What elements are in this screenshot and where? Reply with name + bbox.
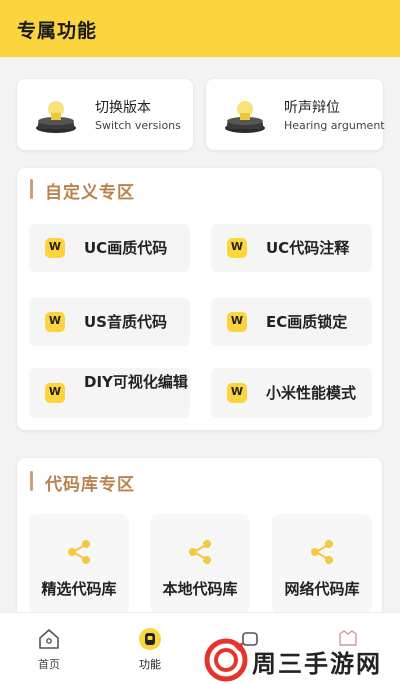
tab-label: 功能 [139,658,161,671]
w-badge-icon: W [227,238,247,258]
us-audio-code-item[interactable]: W US音质代码 [29,298,190,346]
share-icon [68,540,90,564]
w-badge-icon: W [227,312,247,332]
tab-home[interactable]: 首页 [19,613,79,684]
library-label: 本地代码库 [162,580,238,598]
custom-section: 自定义专区 W UC画质代码 W UC代码注释 W US音质代码 W EC画质锁… [17,168,382,430]
w-badge-icon: W [227,383,247,403]
page-title: 专属功能 [17,20,98,42]
diy-visual-edit-item[interactable]: W DIY可视化编辑 [29,368,190,418]
switch-versions-card[interactable]: 切换版本 Switch versions [17,79,193,150]
card-subtitle: Hearing argument [284,119,385,132]
function-icon [139,628,161,650]
w-badge-icon: W [45,383,65,403]
item-label: DIY可视化编辑 [84,373,188,391]
watermark-logo-icon [204,638,248,682]
site-watermark: 周三手游网 [200,638,400,682]
home-icon [39,629,59,649]
network-library-card[interactable]: 网络代码库 [272,514,372,614]
hearing-argument-card[interactable]: 听声辩位 Hearing argument [206,79,385,150]
share-icon [311,540,333,564]
library-label: 精选代码库 [41,580,117,598]
ec-quality-lock-item[interactable]: W EC画质锁定 [211,298,372,346]
item-label: 小米性能模式 [266,384,357,402]
tab-label: 首页 [38,658,60,671]
item-label: UC代码注释 [266,239,350,257]
uc-code-comment-item[interactable]: W UC代码注释 [211,224,372,272]
section-title: 自定义专区 [45,183,135,203]
library-section: 代码库专区 精选代码库 本地代码库 网络代码库 [17,458,382,618]
item-label: UC画质代码 [84,239,168,257]
lamp-icon [36,101,76,133]
section-accent-bar [30,179,33,199]
xiaomi-performance-item[interactable]: W 小米性能模式 [211,368,372,418]
w-badge-icon: W [45,238,65,258]
section-accent-bar [30,471,33,491]
watermark-text: 周三手游网 [252,650,382,678]
tab-function[interactable]: 功能 [120,613,180,684]
item-label: EC画质锁定 [266,313,348,331]
card-title: 切换版本 [95,100,151,116]
card-subtitle: Switch versions [95,119,181,132]
w-badge-icon: W [45,312,65,332]
card-title: 听声辩位 [284,100,340,116]
featured-library-card[interactable]: 精选代码库 [29,514,129,614]
app-header: 专属功能 [0,0,400,57]
library-label: 网络代码库 [284,580,360,598]
uc-quality-code-item[interactable]: W UC画质代码 [29,224,190,272]
item-label: US音质代码 [84,313,167,331]
lamp-icon [225,101,265,133]
share-icon [189,540,211,564]
local-library-card[interactable]: 本地代码库 [150,514,250,614]
section-title: 代码库专区 [45,475,135,495]
